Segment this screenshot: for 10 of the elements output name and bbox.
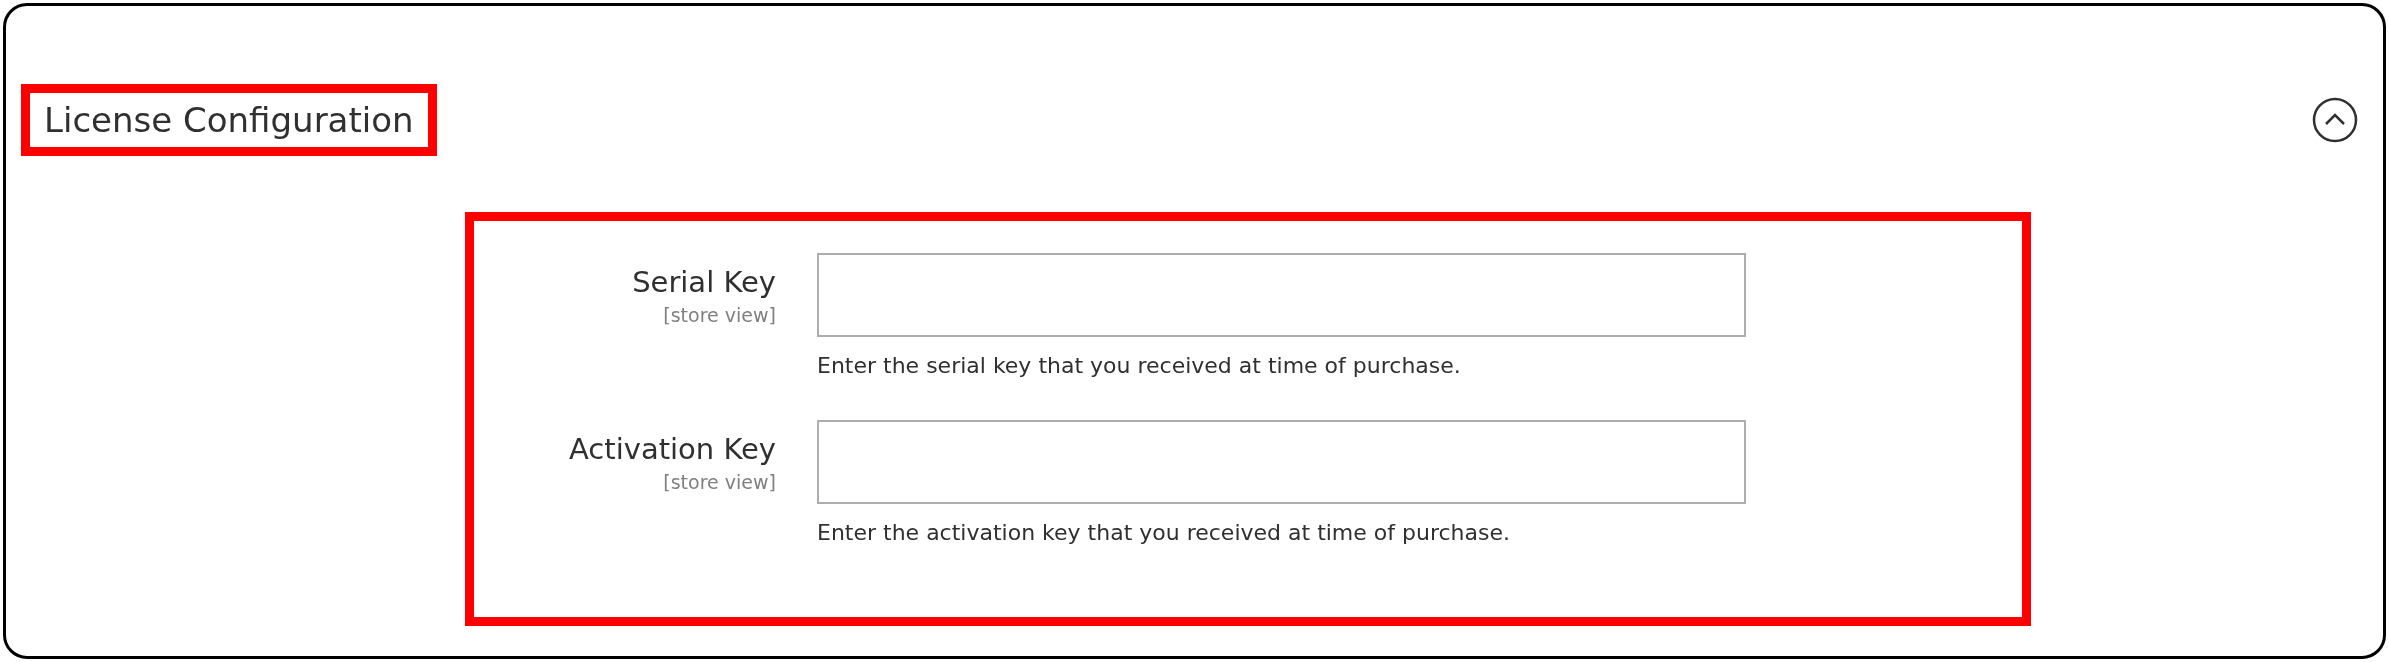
help-text: Enter the activation key that you received at time of purchase. xyxy=(817,519,1511,547)
scope-label: [store view] xyxy=(663,303,776,328)
collapse-icon[interactable] xyxy=(2311,96,2359,144)
section-title: License Configuration xyxy=(44,98,414,142)
scope-label: [store view] xyxy=(663,470,776,495)
help-text: Enter the serial key that you received at time of purchase. xyxy=(817,352,1462,380)
field-label: Activation Key xyxy=(569,431,776,468)
text-input[interactable] xyxy=(817,253,1746,337)
text-input[interactable] xyxy=(817,420,1746,504)
field-label: Serial Key xyxy=(632,264,776,301)
